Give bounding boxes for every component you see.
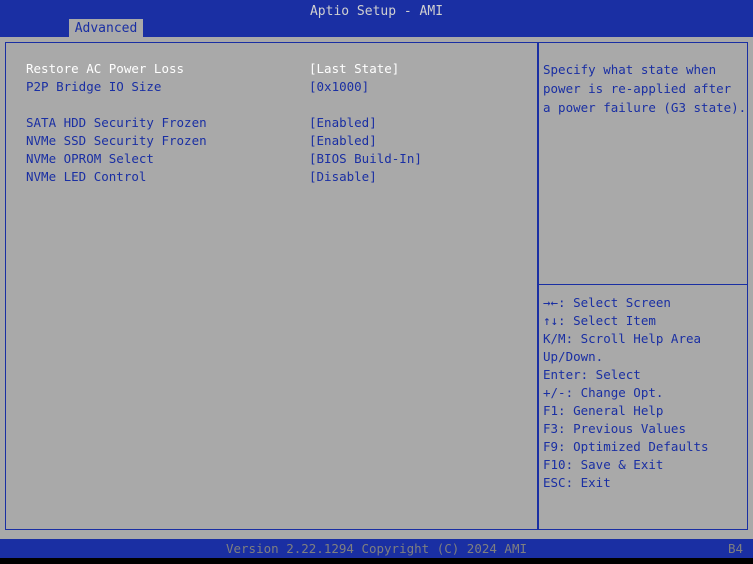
setting-label: NVMe SSD Security Frozen	[26, 133, 207, 148]
bottom-strip	[0, 558, 753, 564]
key-select-item: ↑↓: Select Item	[543, 313, 656, 328]
setting-label: P2P Bridge IO Size	[26, 79, 162, 94]
help-line: power is re-applied after	[543, 81, 732, 96]
setting-value[interactable]: [Last State]	[309, 60, 399, 78]
setting-label: NVMe LED Control	[26, 169, 147, 184]
setting-value[interactable]: [BIOS Build-In]	[309, 150, 422, 168]
header-bar: Aptio Setup - AMI Advanced	[0, 0, 753, 37]
setting-restore-ac-power-loss[interactable]: Restore AC Power Loss [Last State]	[26, 60, 526, 78]
key-f10: F10: Save & Exit	[543, 457, 664, 472]
version-text: Version 2.22.1294 Copyright (C) 2024 AMI	[225, 541, 528, 556]
key-legend: →←: Select Screen ↑↓: Select Item K/M: S…	[543, 294, 753, 492]
setting-nvme-ssd-security-frozen[interactable]: NVMe SSD Security Frozen [Enabled]	[26, 132, 526, 150]
tab-advanced[interactable]: Advanced	[69, 19, 143, 37]
key-f9: F9: Optimized Defaults	[543, 439, 709, 454]
key-scroll-help: K/M: Scroll Help Area	[543, 331, 702, 346]
content-frame: Restore AC Power Loss [Last State] P2P B…	[5, 42, 748, 530]
key-esc: ESC: Exit	[543, 475, 611, 490]
footer-bar: Version 2.22.1294 Copyright (C) 2024 AMI…	[0, 539, 753, 558]
setting-value[interactable]: [Enabled]	[309, 132, 377, 150]
setting-label: Restore AC Power Loss	[26, 61, 185, 76]
key-scroll-help-cont: Up/Down.	[543, 349, 604, 364]
key-enter: Enter: Select	[543, 367, 641, 382]
setting-label: SATA HDD Security Frozen	[26, 115, 207, 130]
key-f3: F3: Previous Values	[543, 421, 686, 436]
setting-nvme-oprom-select[interactable]: NVMe OPROM Select [BIOS Build-In]	[26, 150, 526, 168]
setting-value[interactable]: [Enabled]	[309, 114, 377, 132]
setting-sata-hdd-security-frozen[interactable]: SATA HDD Security Frozen [Enabled]	[26, 114, 526, 132]
vertical-divider	[537, 43, 539, 529]
settings-list: Restore AC Power Loss [Last State] P2P B…	[26, 60, 526, 186]
setting-label: NVMe OPROM Select	[26, 151, 154, 166]
build-code: B4	[727, 541, 743, 556]
help-text: Specify what state when power is re-appl…	[543, 60, 753, 117]
help-line: a power failure (G3 state).	[543, 100, 747, 115]
key-select-screen: →←: Select Screen	[543, 295, 671, 310]
key-change-opt: +/-: Change Opt.	[543, 385, 664, 400]
setting-p2p-bridge-io-size[interactable]: P2P Bridge IO Size [0x1000]	[26, 78, 526, 96]
help-divider	[539, 284, 748, 285]
setting-nvme-led-control[interactable]: NVMe LED Control [Disable]	[26, 168, 526, 186]
app-title: Aptio Setup - AMI	[309, 4, 444, 19]
main-area: Restore AC Power Loss [Last State] P2P B…	[0, 37, 753, 539]
setting-value[interactable]: [0x1000]	[309, 78, 369, 96]
key-f1: F1: General Help	[543, 403, 664, 418]
setting-value[interactable]: [Disable]	[309, 168, 377, 186]
help-line: Specify what state when	[543, 62, 717, 77]
